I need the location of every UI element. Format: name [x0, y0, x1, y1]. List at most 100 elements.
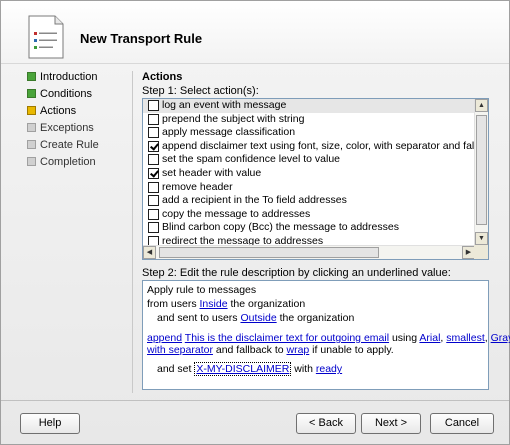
horizontal-scroll-thumb[interactable] [159, 247, 379, 258]
action-label: redirect the message to addresses [162, 234, 324, 245]
footer-divider [1, 400, 509, 401]
scroll-down-icon[interactable]: ▼ [475, 232, 488, 245]
action-label: log an event with message [162, 99, 287, 111]
desc-text: from users [147, 298, 200, 310]
separator-link[interactable]: with separator [147, 344, 213, 356]
step-label: Actions [40, 105, 77, 117]
size-link[interactable]: smallest [446, 332, 485, 344]
wizard-step-actions: Actions [26, 105, 136, 122]
action-checkbox[interactable] [148, 208, 159, 220]
action-label: prepend the subject with string [162, 112, 305, 125]
action-item[interactable]: set header with value [143, 167, 475, 181]
header-divider [1, 63, 509, 64]
desc-text: and set [157, 363, 195, 375]
action-item[interactable]: copy the message to addresses [143, 208, 475, 222]
action-item[interactable]: Blind carbon copy (Bcc) the message to a… [143, 221, 475, 235]
action-item[interactable]: append disclaimer text using font, size,… [143, 140, 475, 154]
action-item[interactable]: log an event with message [143, 99, 475, 113]
action-checkbox[interactable] [148, 154, 159, 166]
fallback-link[interactable]: wrap [287, 344, 310, 356]
step-status-icon [27, 72, 36, 81]
action-label: set header with value [162, 166, 262, 179]
step1-label: Step 1: Select action(s): [142, 85, 259, 97]
desc-text: if unable to apply. [309, 344, 394, 356]
action-label: Blind carbon copy (Bcc) the message to a… [162, 221, 399, 234]
from-scope-link[interactable]: Inside [200, 298, 228, 310]
transport-rule-icon [28, 15, 64, 59]
action-item[interactable]: prepend the subject with string [143, 113, 475, 127]
action-label: remove header [162, 180, 233, 193]
section-title: Actions [142, 71, 183, 83]
step-label: Exceptions [40, 122, 94, 134]
rule-description: Apply rule to messages from users Inside… [142, 280, 510, 390]
step-label: Completion [40, 156, 96, 168]
desc-line-sent: and sent to users Outside the organizati… [147, 311, 484, 325]
font-link[interactable]: Arial [419, 332, 440, 344]
action-checkbox[interactable] [148, 140, 159, 152]
horizontal-scrollbar[interactable]: ◀ ▶ [143, 245, 475, 259]
disclaimer-text-link[interactable]: This is the disclaimer text for outgoing… [185, 332, 389, 344]
action-item[interactable]: remove header [143, 181, 475, 195]
desc-line-apply: Apply rule to messages [147, 283, 484, 297]
action-checkbox[interactable] [148, 181, 159, 193]
header-value-link[interactable]: ready [316, 363, 342, 375]
action-item[interactable]: set the spam confidence level to value [143, 153, 475, 167]
scroll-left-icon[interactable]: ◀ [143, 246, 156, 259]
step-label: Introduction [40, 71, 98, 83]
desc-text: and fallback to [212, 344, 287, 356]
wizard-step-conditions: Conditions [26, 88, 136, 105]
wizard-step-exceptions: Exceptions [26, 122, 136, 139]
step-status-icon [27, 106, 36, 115]
action-checkbox[interactable] [148, 127, 159, 139]
action-label: add a recipient in the To field addresse… [162, 194, 347, 207]
desc-text: with [291, 363, 316, 375]
header-name-link[interactable]: X-MY-DISCLAIMER [194, 362, 292, 376]
action-checkbox[interactable] [148, 195, 159, 207]
wizard-steps-nav: Introduction Conditions Actions Exceptions C… [26, 71, 136, 173]
action-label: apply message classification [162, 126, 296, 139]
wizard-step-create-rule: Create Rule [26, 139, 136, 156]
scroll-up-icon[interactable]: ▲ [475, 99, 488, 112]
action-label: copy the message to addresses [162, 207, 311, 220]
desc-line-append: append This is the disclaimer text for o… [147, 331, 510, 345]
desc-text: and sent to users [157, 312, 241, 324]
actions-listbox[interactable]: log an event with message prepend the sub… [142, 98, 489, 260]
action-item[interactable]: redirect the message to addresses [143, 235, 475, 245]
actions-list: log an event with message prepend the sub… [143, 99, 475, 245]
action-checkbox[interactable] [148, 222, 159, 234]
action-checkbox[interactable] [148, 113, 159, 125]
wizard-step-introduction: Introduction [26, 71, 136, 88]
scrollbar-corner [474, 245, 488, 259]
desc-line-header: and set X-MY-DISCLAIMER with ready [147, 362, 484, 376]
wizard-window: New Transport Rule Introduction Condition… [0, 0, 510, 445]
desc-text: the organization [227, 298, 306, 310]
action-checkbox[interactable] [148, 100, 159, 111]
step-status-icon [27, 89, 36, 98]
action-item[interactable]: apply message classification [143, 126, 475, 140]
action-item[interactable]: add a recipient in the To field addresse… [143, 194, 475, 208]
sent-scope-link[interactable]: Outside [240, 312, 276, 324]
wizard-step-completion: Completion [26, 156, 136, 173]
desc-line-separator: with separator and fallback to wrap if u… [147, 345, 484, 356]
wizard-header: New Transport Rule [1, 1, 509, 63]
desc-text: the organization [276, 312, 355, 324]
help-button[interactable]: Help [20, 413, 80, 434]
append-action-link[interactable]: append [147, 332, 182, 344]
step-label: Conditions [40, 88, 92, 100]
back-button[interactable]: < Back [296, 413, 356, 434]
action-checkbox[interactable] [148, 167, 159, 179]
wizard-title: New Transport Rule [80, 31, 203, 46]
desc-text: Apply rule to messages [147, 284, 257, 296]
color-link[interactable]: Gray [491, 332, 510, 344]
step-status-icon [27, 140, 36, 149]
action-checkbox[interactable] [148, 235, 159, 245]
desc-line-from: from users Inside the organization [147, 297, 484, 311]
action-label: set the spam confidence level to value [162, 153, 341, 166]
vertical-scroll-thumb[interactable] [476, 115, 487, 225]
step-status-icon [27, 157, 36, 166]
cancel-button[interactable]: Cancel [430, 413, 494, 434]
vertical-scrollbar[interactable]: ▲ ▼ [474, 99, 488, 245]
step-status-icon [27, 123, 36, 132]
action-label: append disclaimer text using font, size,… [162, 139, 475, 152]
next-button[interactable]: Next > [361, 413, 421, 434]
